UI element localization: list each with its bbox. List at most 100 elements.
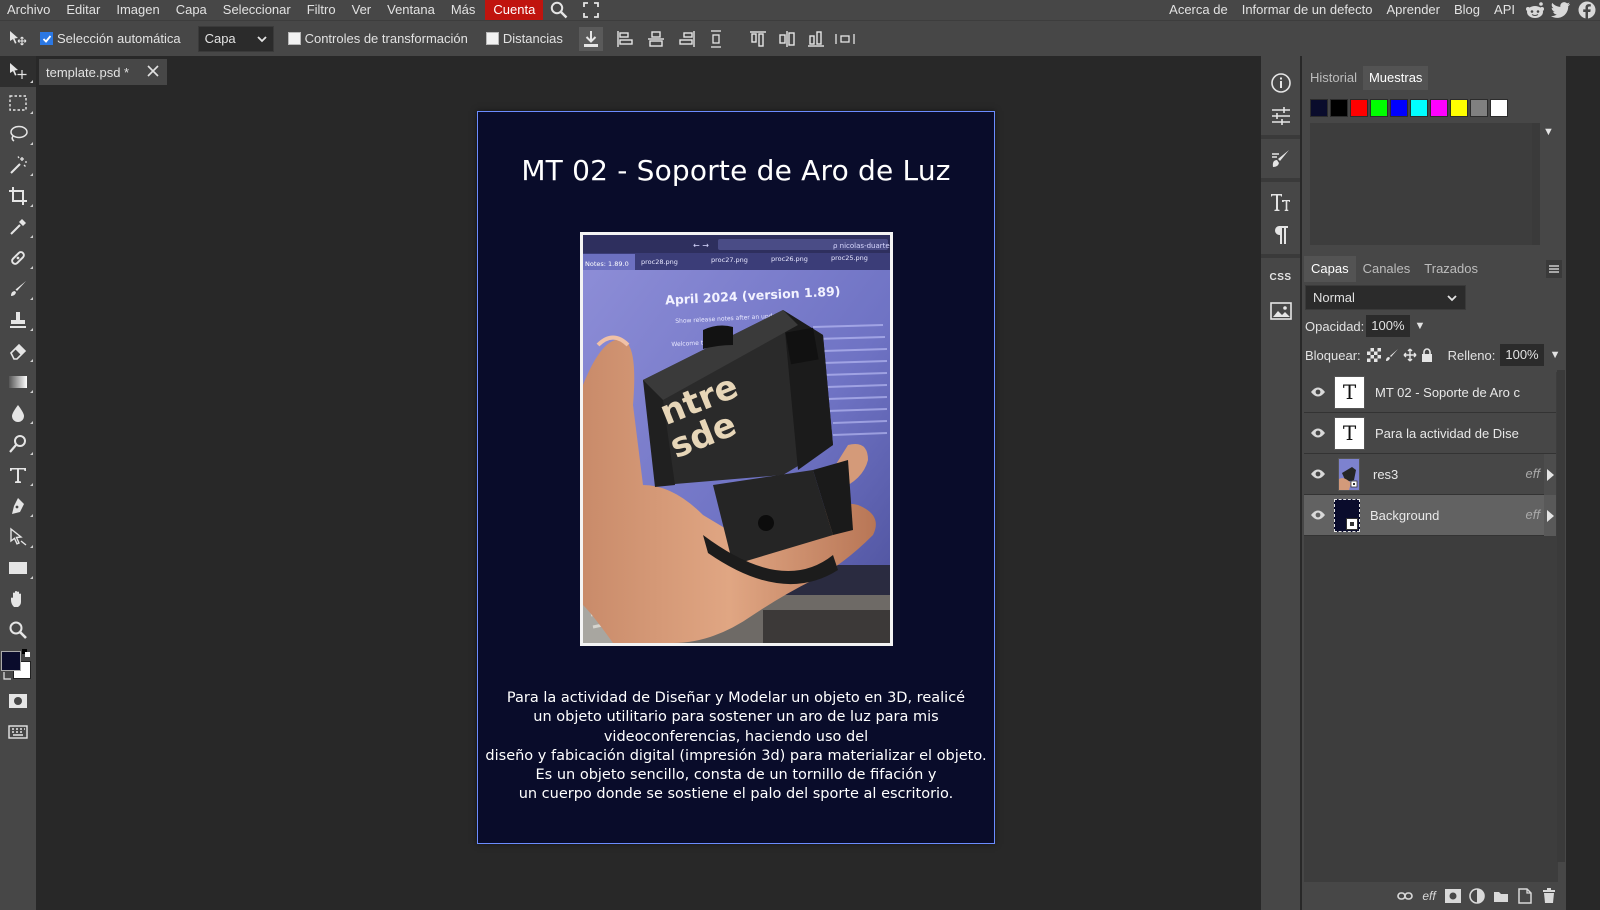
align-left-icon[interactable] <box>613 27 637 51</box>
eye-icon[interactable] <box>1304 454 1332 495</box>
align-vcenter-icon[interactable] <box>775 27 799 51</box>
align-right-icon[interactable] <box>675 27 699 51</box>
target-select[interactable]: Capa <box>197 25 274 52</box>
transform-controls-checkbox[interactable]: Controles de transformación <box>287 31 468 46</box>
move-tool[interactable] <box>0 56 36 87</box>
checkbox-unchecked-icon[interactable] <box>485 32 499 45</box>
layers-scrollbar[interactable] <box>1557 370 1565 862</box>
align-bottom-icon[interactable] <box>804 27 828 51</box>
magic-wand-tool[interactable] <box>0 149 36 180</box>
info-icon[interactable] <box>1261 66 1300 99</box>
fill-input[interactable]: 100% <box>1500 344 1544 366</box>
eye-icon[interactable] <box>1304 372 1332 413</box>
tab-capas[interactable]: Capas <box>1304 256 1356 282</box>
panel-menu-triangle-icon[interactable]: ▼ <box>1543 126 1554 138</box>
menu-ventana[interactable]: Ventana <box>379 0 443 20</box>
eye-icon[interactable] <box>1304 495 1332 536</box>
menu-archivo[interactable]: Archivo <box>0 0 58 20</box>
path-select-tool[interactable] <box>0 521 36 552</box>
swatch[interactable] <box>1370 99 1388 117</box>
checkbox-checked-icon[interactable] <box>40 32 53 45</box>
foreground-color-swatch[interactable] <box>1 651 21 671</box>
menu-seleccionar[interactable]: Seleccionar <box>215 0 299 20</box>
opacity-dropdown-icon[interactable]: ▼ <box>1415 320 1426 332</box>
brush-settings-icon[interactable] <box>1261 142 1300 175</box>
auto-select-checkbox[interactable]: Selección automática <box>40 31 181 46</box>
pen-tool[interactable] <box>0 490 36 521</box>
reddit-icon[interactable] <box>1525 0 1545 20</box>
lock-pixels-icon[interactable] <box>1385 348 1399 362</box>
brush-tool[interactable] <box>0 273 36 304</box>
link-acerca-de[interactable]: Acerca de <box>1162 0 1235 20</box>
delete-layer-icon[interactable] <box>1540 887 1558 905</box>
swatch[interactable] <box>1470 99 1488 117</box>
gradient-tool[interactable] <box>0 366 36 397</box>
layers-menu-icon[interactable] <box>1546 260 1562 278</box>
shape-tool[interactable] <box>0 552 36 583</box>
twitter-icon[interactable] <box>1551 0 1571 20</box>
eyedropper-tool[interactable] <box>0 211 36 242</box>
paragraph-icon[interactable] <box>1261 218 1300 251</box>
align-hcenter-icon[interactable] <box>644 27 668 51</box>
new-layer-icon[interactable] <box>1516 887 1534 905</box>
swatch[interactable] <box>1450 99 1468 117</box>
menu-mas[interactable]: Más <box>443 0 484 20</box>
swatch[interactable] <box>1430 99 1448 117</box>
download-icon[interactable] <box>578 26 603 51</box>
adjustments-icon[interactable] <box>1261 99 1300 132</box>
menu-filtro[interactable]: Filtro <box>299 0 344 20</box>
add-mask-icon[interactable] <box>1444 887 1462 905</box>
swatches-scrollbar[interactable] <box>1532 123 1540 245</box>
link-blog[interactable]: Blog <box>1447 0 1487 20</box>
canvas-document[interactable]: MT 02 - Soporte de Aro de Luz ρ nicolas-… <box>477 111 995 844</box>
lock-position-icon[interactable] <box>1403 348 1417 362</box>
healing-tool[interactable] <box>0 242 36 273</box>
layer-row-selected[interactable]: Background eff <box>1304 495 1556 536</box>
css-icon[interactable]: CSS <box>1261 261 1300 294</box>
menu-editar[interactable]: Editar <box>58 0 108 20</box>
checkbox-unchecked-icon[interactable] <box>287 32 301 45</box>
opacity-input[interactable]: 100% <box>1366 315 1410 337</box>
search-icon[interactable] <box>549 0 569 20</box>
facebook-icon[interactable] <box>1577 0 1597 20</box>
link-informar-defecto[interactable]: Informar de un defecto <box>1235 0 1380 20</box>
adjustment-layer-icon[interactable] <box>1468 887 1486 905</box>
layer-effects-label[interactable]: eff <box>1526 466 1540 481</box>
swap-colors-icon[interactable] <box>22 649 32 659</box>
type-tool[interactable] <box>0 459 36 490</box>
expand-effects-icon[interactable] <box>1544 454 1556 495</box>
eye-icon[interactable] <box>1304 413 1332 454</box>
swatch[interactable] <box>1390 99 1408 117</box>
keyboard-tool[interactable] <box>0 716 36 747</box>
close-icon[interactable] <box>146 64 160 78</box>
swatch[interactable] <box>1490 99 1508 117</box>
hand-tool[interactable] <box>0 583 36 614</box>
effects-icon[interactable]: eff <box>1420 887 1438 905</box>
layer-row[interactable]: res3 eff <box>1304 454 1556 495</box>
default-colors-icon[interactable] <box>2 671 12 681</box>
expand-effects-icon[interactable] <box>1544 495 1556 536</box>
zoom-tool[interactable] <box>0 614 36 645</box>
lock-all-icon[interactable] <box>1421 348 1433 362</box>
tab-historial[interactable]: Historial <box>1304 66 1363 90</box>
menu-imagen[interactable]: Imagen <box>108 0 167 20</box>
document-tab[interactable]: template.psd * <box>39 59 167 85</box>
swatch[interactable] <box>1350 99 1368 117</box>
lock-transparency-icon[interactable] <box>1366 348 1381 362</box>
distribute-horizontal-icon[interactable] <box>833 27 857 51</box>
color-swatches[interactable] <box>0 645 36 681</box>
marquee-tool[interactable] <box>0 87 36 118</box>
swatch[interactable] <box>1410 99 1428 117</box>
quick-mask-tool[interactable] <box>0 685 36 716</box>
fill-dropdown-icon[interactable]: ▼ <box>1550 349 1561 361</box>
fullscreen-icon[interactable] <box>581 0 601 20</box>
layer-row[interactable]: T Para la actividad de Dise <box>1304 413 1556 454</box>
distribute-vertical-icon[interactable] <box>704 27 728 51</box>
blend-mode-select[interactable]: Normal <box>1305 285 1466 310</box>
layer-row[interactable]: T MT 02 - Soporte de Aro c <box>1304 372 1556 413</box>
tab-trazados[interactable]: Trazados <box>1417 256 1485 282</box>
account-button[interactable]: Cuenta <box>485 0 544 20</box>
crop-tool[interactable] <box>0 180 36 211</box>
dodge-tool[interactable] <box>0 428 36 459</box>
stamp-tool[interactable] <box>0 304 36 335</box>
